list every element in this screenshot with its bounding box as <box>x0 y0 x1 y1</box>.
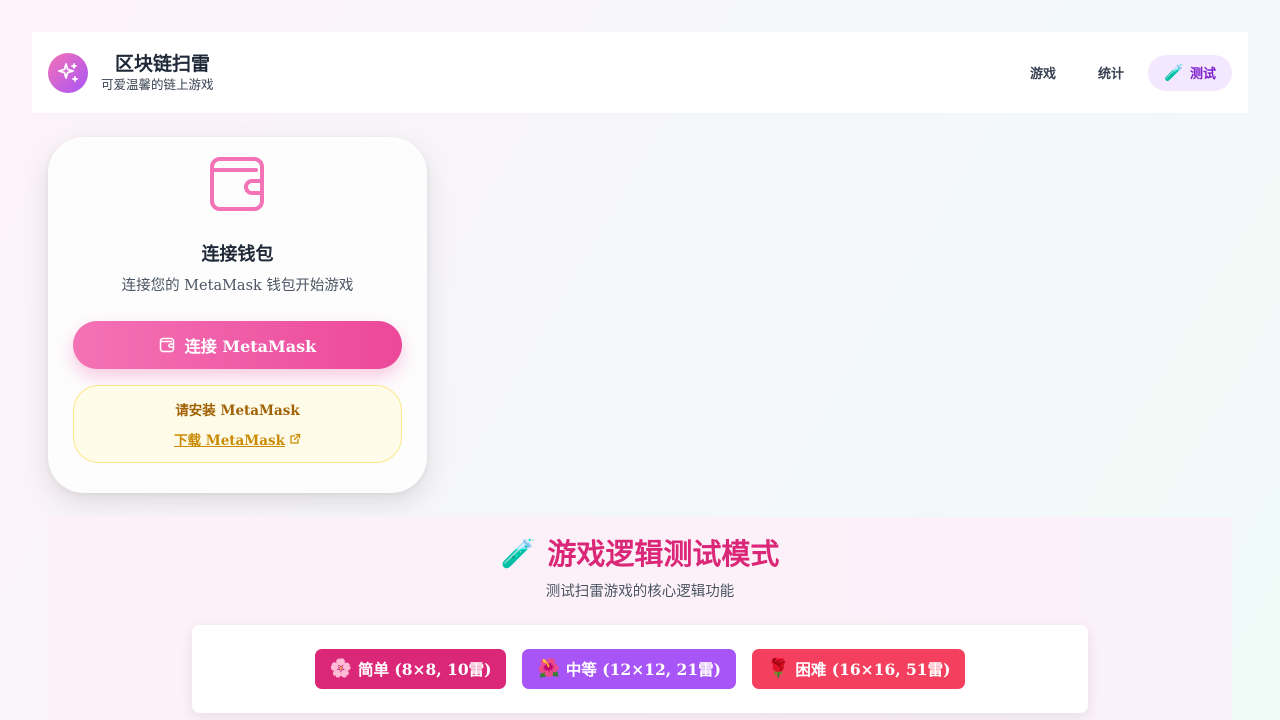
download-label: 下载 MetaMask <box>174 433 285 449</box>
download-metamask-link[interactable]: 下载 MetaMask <box>174 429 301 449</box>
brand[interactable]: 区块链扫雷 可爱温馨的链上游戏 <box>48 52 214 94</box>
app-subtitle: 可爱温馨的链上游戏 <box>101 76 214 92</box>
nav-game-label: 游戏 <box>1030 67 1057 82</box>
difficulty-medium-button[interactable]: 🌺 中等 (12×12, 21雷) <box>522 649 736 689</box>
app-title: 区块链扫雷 <box>115 52 211 75</box>
difficulty-medium-label: 中等 (12×12, 21雷) <box>565 660 721 679</box>
wallet-card: 连接钱包 连接您的 MetaMask 钱包开始游戏 连接 MetaMask 请安… <box>48 137 427 493</box>
difficulty-easy-label: 简单 (8×8, 10雷) <box>357 660 492 679</box>
cherry-blossom-icon: 🌸 <box>329 658 352 679</box>
external-link-icon <box>290 433 301 444</box>
connect-label: 连接 MetaMask <box>184 337 317 356</box>
difficulty-panel: 🌸 简单 (8×8, 10雷) 🌺 中等 (12×12, 21雷) 🌹 困难 (… <box>192 625 1088 713</box>
test-mode-title-text: 游戏逻辑测试模式 <box>547 537 780 571</box>
install-title: 请安装 MetaMask <box>175 403 300 419</box>
connect-metamask-button[interactable]: 连接 MetaMask <box>73 321 402 369</box>
nav-game[interactable]: 游戏 <box>1012 55 1074 91</box>
nav-test-label: 测试 <box>1189 67 1216 82</box>
nav-test[interactable]: 🧪 测试 <box>1148 54 1232 91</box>
test-mode-section: 🧪 游戏逻辑测试模式 测试扫雷游戏的核心逻辑功能 🌸 简单 (8×8, 10雷)… <box>48 517 1232 720</box>
main-nav: 游戏 统计 🧪 测试 <box>1012 54 1232 91</box>
nav-stats-label: 统计 <box>1098 67 1125 82</box>
wallet-description: 连接您的 MetaMask 钱包开始游戏 <box>121 278 354 294</box>
test-mode-subtitle: 测试扫雷游戏的核心逻辑功能 <box>545 584 735 600</box>
wallet-icon <box>209 157 264 211</box>
install-notice: 请安装 MetaMask 下载 MetaMask <box>73 385 402 463</box>
difficulty-hard-button[interactable]: 🌹 困难 (16×16, 51雷) <box>751 649 966 689</box>
hibiscus-icon: 🌺 <box>537 658 560 679</box>
rose-icon: 🌹 <box>766 658 790 679</box>
test-tube-icon: 🧪 <box>1164 62 1184 82</box>
test-tube-icon: 🧪 <box>500 537 536 570</box>
test-mode-title: 🧪 游戏逻辑测试模式 <box>501 535 780 573</box>
wallet-title: 连接钱包 <box>201 244 274 265</box>
nav-stats[interactable]: 统计 <box>1080 55 1142 91</box>
wallet-small-icon <box>159 337 175 353</box>
difficulty-easy-button[interactable]: 🌸 简单 (8×8, 10雷) <box>314 649 507 689</box>
top-header: 区块链扫雷 可爱温馨的链上游戏 游戏 统计 🧪 测试 <box>32 32 1248 113</box>
difficulty-hard-label: 困难 (16×16, 51雷) <box>795 660 951 679</box>
sparkles-icon <box>48 52 88 93</box>
